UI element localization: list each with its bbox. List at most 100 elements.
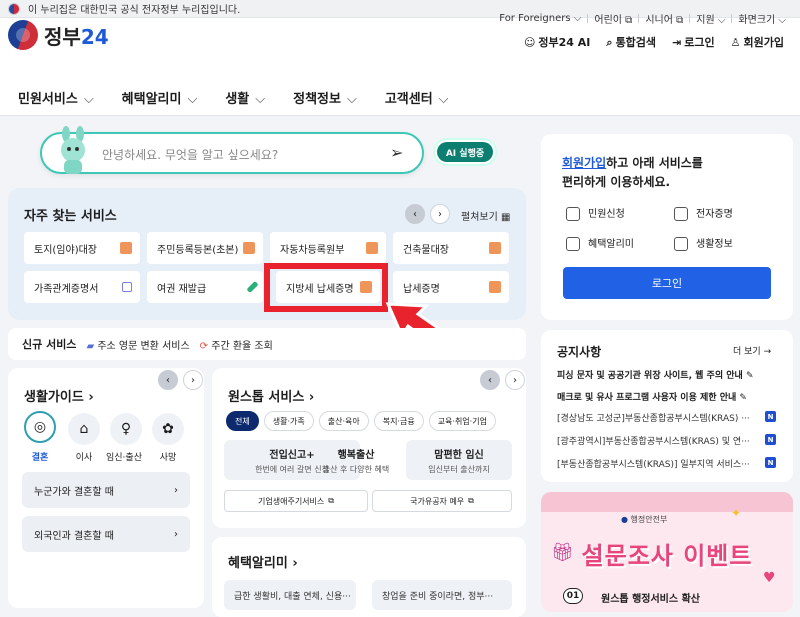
chip-family[interactable]: 생활·가족 — [263, 411, 314, 431]
send-icon[interactable]: ➢ — [390, 143, 403, 162]
user-plus-icon: ♙ — [730, 36, 741, 49]
guide-row[interactable]: 누군가와 결혼할 때 › — [22, 472, 190, 508]
category-move[interactable]: ⌂ — [68, 413, 100, 445]
notice-item-pinned[interactable]: 피싱 문자 및 공공기관 위장 사이트, 웹 주의 안내 ✎ — [557, 368, 754, 381]
signup-link[interactable]: ♙ 회원가입 — [731, 34, 784, 50]
link-support[interactable]: 지원 ⌵ — [696, 11, 725, 26]
notice-item[interactable]: [광주광역시]부동산종합공부시스템(KRAS) 및 연··· — [557, 434, 757, 447]
korea-flag-icon — [8, 2, 20, 15]
mascot-icon — [61, 126, 85, 174]
menu-e-cert[interactable]: 전자증명 — [674, 205, 733, 221]
one-stop-chips: 전체 생활·가족 출산·육아 복지·금융 교육·취업·기업 — [226, 411, 496, 431]
nav-policy[interactable]: 정책정보 ⌵ — [293, 88, 357, 107]
certificate-icon — [674, 207, 688, 221]
signup-message: 회원가입하고 아래 서비스를 편리하게 이용하세요. — [562, 156, 703, 189]
chevron-down-icon: ⌵ — [255, 92, 266, 107]
service-resident-register[interactable]: 주민등록등본(초본) — [147, 232, 263, 264]
login-link[interactable]: ⇥ 로그인 — [672, 34, 715, 50]
chevron-right-icon: › — [174, 528, 178, 540]
prev-button[interactable]: ‹ — [480, 370, 500, 390]
one-stop-title[interactable]: 원스톱 서비스 › — [228, 386, 314, 405]
link-veterans[interactable]: 국가유공자 예우 ⧉ — [372, 490, 512, 512]
service-building-register[interactable]: 건축물대장 — [393, 232, 509, 264]
ai-status-badge[interactable]: AI 실행중 — [437, 142, 493, 162]
document-icon — [489, 242, 501, 254]
header-actions: ☺ 정부24 AI ⌕ 통합검색 ⇥ 로그인 ♙ 회원가입 — [524, 34, 784, 50]
menu-life-info[interactable]: 생활정보 — [674, 235, 733, 251]
promo-banner[interactable]: ● 행정안전부 설문조사 이벤트 🎁︎ ♥ ✦ 01 원스톱 행정서비스 확산 — [541, 492, 793, 612]
new-badge: N — [765, 457, 776, 468]
gift-icon — [566, 237, 580, 251]
folder-icon: ▰ — [86, 340, 95, 352]
document-icon — [366, 242, 378, 254]
ministry-label: ● 행정안전부 — [621, 515, 668, 524]
next-button[interactable]: › — [505, 370, 525, 390]
guide-row[interactable]: 외국인과 결혼할 때 › — [22, 516, 190, 552]
expand-link[interactable]: 펼쳐보기 ▦ — [461, 208, 510, 223]
category-birth[interactable]: ♀ — [110, 413, 142, 445]
next-button[interactable]: › — [430, 204, 450, 224]
login-button[interactable]: 로그인 — [563, 267, 771, 299]
category-marriage[interactable]: ◎ — [24, 411, 56, 443]
service-vehicle-register[interactable]: 자동차등록원부 — [270, 232, 386, 264]
taegeuk-logo-icon — [8, 20, 38, 50]
logo[interactable]: 정부24 — [8, 20, 109, 50]
document-icon — [243, 242, 255, 254]
service-family-cert[interactable]: 가족관계증명서 — [24, 271, 140, 303]
chip-education[interactable]: 교육·취업·기업 — [428, 411, 496, 431]
nav-support[interactable]: 고객센터 ⌵ — [385, 88, 449, 107]
signup-link[interactable]: 회원가입 — [562, 156, 606, 170]
menu-benefit[interactable]: 혜택알리미 — [566, 235, 634, 251]
chip-all[interactable]: 전체 — [226, 411, 259, 431]
new-service-exchange[interactable]: ⟳ 주간 환율 조회 — [200, 337, 273, 352]
login-icon: ⇥ — [672, 36, 682, 49]
ai-button[interactable]: ☺ 정부24 AI — [524, 34, 590, 50]
chevron-down-icon: ⌵ — [438, 92, 449, 107]
category-label: 결혼 — [31, 453, 49, 463]
service-land-register[interactable]: 토지(임야)대장 — [24, 232, 140, 264]
one-stop-birth[interactable]: 행복출산 출산 후 다양한 혜택 — [310, 440, 402, 480]
notice-item[interactable]: [부동산종합공부시스템(KRAS)] 일부지역 서비스··· — [557, 457, 757, 470]
new-service-address[interactable]: ▰ 주소 영문 변환 서비스 — [86, 337, 189, 352]
utility-links: For Foreigners ⌵ 어린이 ⧉ 시니어 ⧉ 지원 ⌵ 화면크기 ⌵ — [499, 11, 786, 26]
search-button[interactable]: ⌕ 통합검색 — [606, 34, 656, 50]
notice-item[interactable]: [경상남도 고성군]부동산종합공부시스템(KRAS) ··· — [557, 411, 757, 424]
prev-button[interactable]: ‹ — [405, 204, 425, 224]
category-label: 이사 — [75, 453, 93, 463]
external-link-icon: ⧉ — [468, 496, 474, 505]
main-nav: 민원서비스 ⌵ 혜택알리미 ⌵ 생활 ⌵ 정책정보 ⌵ 고객센터 ⌵ — [0, 80, 800, 116]
benefit-title[interactable]: 혜택알리미 › — [228, 552, 298, 571]
link-for-foreigners[interactable]: For Foreigners ⌵ — [499, 13, 581, 24]
pencil-icon — [246, 280, 259, 294]
nav-minwon[interactable]: 민원서비스 ⌵ — [18, 88, 94, 107]
prev-button[interactable]: ‹ — [158, 370, 178, 390]
notice-title: 공지사항 — [557, 345, 602, 359]
robot-icon: ☺ — [523, 36, 536, 49]
life-guide-title[interactable]: 생활가이드 › — [24, 386, 94, 405]
nav-life[interactable]: 생활 ⌵ — [225, 88, 265, 107]
search-placeholder: 안녕하세요. 무엇을 알고 싶으세요? — [102, 148, 279, 162]
new-badge: N — [765, 411, 776, 422]
link-business-lifecycle[interactable]: 기업생애주기서비스 ⧉ — [224, 490, 368, 512]
chevron-right-icon: › — [174, 484, 178, 496]
next-button[interactable]: › — [183, 370, 203, 390]
link-kids[interactable]: 어린이 ⧉ — [594, 11, 632, 26]
category-death[interactable]: ✿ — [152, 413, 184, 445]
external-link-icon — [122, 282, 132, 292]
notice-more-link[interactable]: 더 보기 → — [733, 344, 771, 357]
link-senior[interactable]: 시니어 ⧉ — [645, 11, 683, 26]
search-icon: ⌕ — [606, 36, 613, 49]
chevron-down-icon: ⌵ — [83, 92, 94, 107]
nav-benefit[interactable]: 혜택알리미 ⌵ — [122, 88, 198, 107]
frequent-services-title: 자주 찾는 서비스 — [24, 209, 117, 224]
gov-banner-text: 이 누리집은 대한민국 공식 전자정부 누리집입니다. — [28, 5, 241, 16]
link-font-size[interactable]: 화면크기 ⌵ — [738, 11, 786, 26]
heart-icon: ♥ — [763, 570, 776, 586]
chip-childcare[interactable]: 출산·육아 — [318, 411, 369, 431]
service-passport-reissue[interactable]: 여권 재발급 — [147, 271, 263, 303]
chip-welfare[interactable]: 복지·금융 — [373, 411, 424, 431]
notice-item-pinned[interactable]: 매크로 및 유사 프로그램 사용자 이용 제한 안내 ✎ — [557, 390, 747, 403]
one-stop-pregnancy[interactable]: 맘편한 임신 임신부터 출산까지 — [406, 440, 512, 480]
menu-apply[interactable]: 민원신청 — [566, 205, 625, 221]
info-icon — [674, 237, 688, 251]
